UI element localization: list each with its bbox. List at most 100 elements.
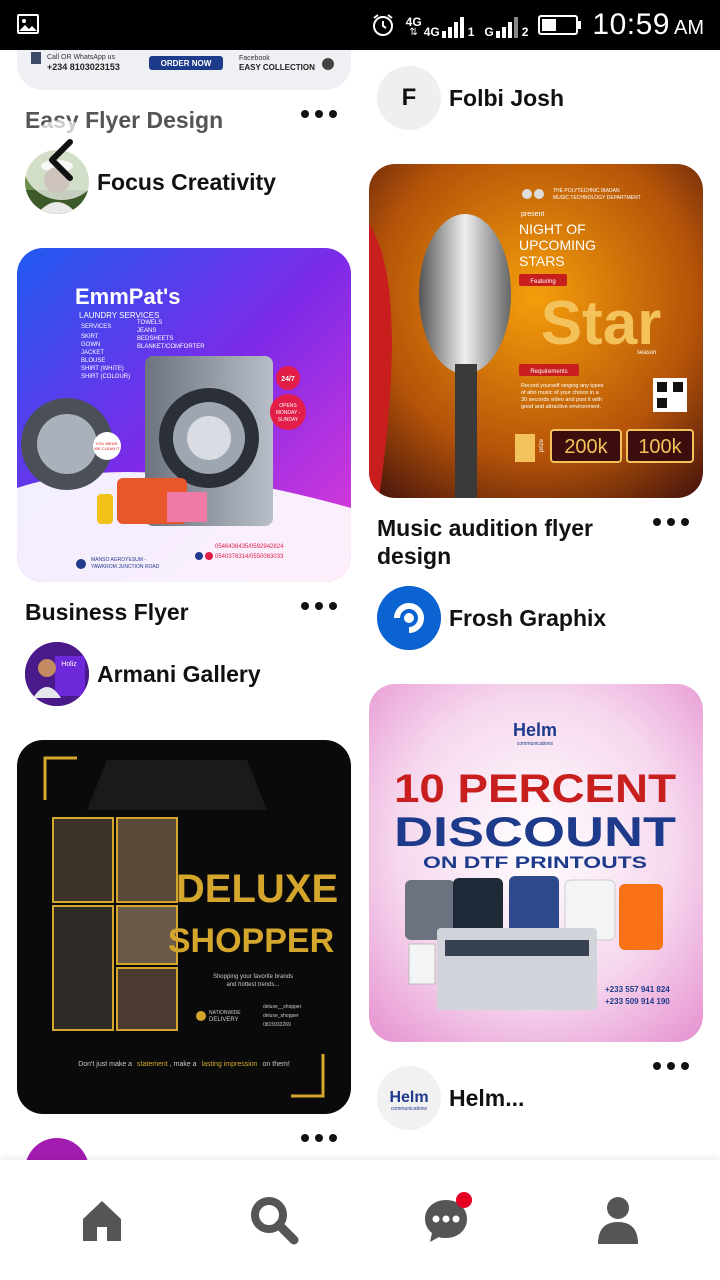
avatar [25,1138,89,1160]
creator-name: Folbi Josh [449,84,564,111]
clock-ampm: AM [674,17,704,39]
pin-image-text: prize [539,438,545,452]
pin-image-text: WE CLEAN IT [94,446,120,451]
pin-image-text: 0815933269 [263,1022,291,1028]
pin-image-text: SHIRT (WHITE) [81,366,124,372]
pin-image-text: Star [541,289,662,358]
status-bar: 4G ⇅ 4G 1 G 2 10:59 AM [0,0,720,50]
pin-image-text: and hottest trends... [226,982,279,988]
pin-image-text: 10 PERCENT [394,767,676,811]
pin-image-text: SHIRT (COLOUR) [81,374,130,380]
creator-row[interactable]: F Folbi Josh [377,66,564,130]
pin-image-text: present [521,211,544,218]
pin-image-text: +233 557 941 824 [605,985,670,994]
pin-image-text: EmmPat's [75,284,181,309]
network-indicator-2: G 2 [484,12,528,38]
pin-image-text: ORDER NOW [161,59,212,68]
nav-home[interactable] [72,1190,132,1250]
pin-image-text: SHOPPER [168,922,334,960]
pin-image-text: LAUNDRY SERVICES [79,311,159,320]
home-icon [83,1201,121,1241]
creator-name: Helm... [449,1084,525,1111]
creator-row[interactable] [25,1138,89,1160]
pin-image-text: Facebook [239,55,270,62]
sim-label: 1 [467,25,475,39]
pin-image-text: statement [137,1061,168,1068]
network-type-label: G [484,25,494,39]
pin-image-text: JACKET [81,350,104,356]
pin-image-text: 100k [638,436,682,458]
pin-image-text: communications [391,1106,428,1112]
pin-image-text: BEDSHEETS [137,336,173,342]
pin-image-text: SUNDAY [278,417,299,423]
creator-row[interactable]: Frosh Graphix [377,586,606,650]
pin-image-text: GOWN [81,342,100,348]
nav-profile[interactable] [588,1190,648,1250]
more-options-button[interactable] [301,1131,337,1145]
pin-feed[interactable]: Call OR WhatsApp us +234 8103023153 ORDE… [0,50,720,1160]
pin-image-text: ON DTF PRINTOUTS [423,853,647,872]
pin-image-easy-flyer[interactable]: Call OR WhatsApp us +234 8103023153 ORDE… [17,50,351,90]
nav-search[interactable] [244,1190,304,1250]
creator-row[interactable]: Helm communications Helm... [377,1066,524,1130]
pin-image-text: MANSO AGROYESUM - [91,557,146,563]
pin-image-text: communications [517,741,554,747]
pin-image-music-audition[interactable]: THE POLYTECHNIC IBADAN MUSIC TECHNOLOGY … [369,164,703,498]
pin-image-text: season [637,350,656,356]
more-options-button[interactable] [653,1059,689,1073]
pin-image-text: DELIVERY [209,1017,239,1023]
pin-image-text: YAWKROM JUNCTION ROAD [91,564,160,570]
more-options-button[interactable] [301,107,337,121]
profile-icon [598,1197,638,1244]
pin-image-text: NATIONWIDE [209,1010,241,1016]
clock: 10:59 AM [592,8,704,42]
avatar: Helm communications [377,1066,441,1130]
pin-image-deluxe-shopper[interactable]: DELUXE SHOPPER Shopping your favorite br… [17,740,351,1114]
pin-image-text: Helm [513,720,557,740]
pin-image-business-flyer[interactable]: EmmPat's LAUNDRY SERVICES SERVICES SKIRT… [17,248,351,582]
pin-image-text: 30 seconds video and post it with [521,397,602,403]
pin-image-text: MUSIC TECHNOLOGY DEPARTMENT [553,195,641,201]
pin-image-text: Requirements [530,369,567,375]
pin-image-text: EASY COLLECTION [239,63,315,72]
back-button[interactable] [22,120,102,200]
pin-image-text: DELUXE [176,867,338,911]
search-icon [251,1197,299,1245]
pin-image-text: Helm [389,1089,428,1106]
pin-image-text: 200k [564,436,608,458]
network-type-label: 4G [423,25,440,39]
avatar: F [377,66,441,130]
creator-row[interactable]: Holiz Armani Gallery [25,642,261,706]
alarm-icon [372,14,393,36]
avatar [377,586,441,650]
pin-image-text: good and attractive environment. [521,404,602,410]
pin-image-text: deluxe_shopper [263,1013,299,1019]
pin-image-text: lasting impression [202,1061,258,1068]
pin-image-helm-discount[interactable]: Helm communications 10 PERCENT DISCOUNT … [369,684,703,1042]
pin-image-footer: Don't just make a statement , make a las… [78,1061,290,1068]
avatar: Holiz [25,642,89,706]
pin-title: Business Flyer [25,599,189,625]
pin-image-text: +234 8103023153 [47,62,120,72]
pin-image-text: BLANKET/COMFORTER [137,344,205,350]
creator-name: Focus Creativity [97,168,276,195]
clock-time: 10:59 [592,8,670,41]
pin-image-text: , make a [170,1061,197,1068]
pin-image-text: UPCOMING [519,237,596,253]
pin-title: Music audition flyer design [377,515,593,569]
nav-messages[interactable] [416,1190,476,1250]
pin-image-text: deluxe__shopper [263,1004,302,1010]
pin-image-text: Holiz [61,661,77,668]
creator-name: Frosh Graphix [449,604,607,631]
signal-icon [495,17,518,38]
gallery-icon [17,14,39,34]
more-options-button[interactable] [653,515,689,529]
pin-image-text: NIGHT OF [519,221,586,237]
pin-image-text: Don't just make a [78,1061,132,1068]
more-options-button[interactable] [301,599,337,613]
pin-image-text: Record yourself singing any types [521,383,604,389]
bottom-nav [0,1160,720,1280]
network-indicator-1: 4G ⇅ 4G 1 [405,15,475,39]
pin-image-text: DISCOUNT [394,808,676,855]
pin-image-text: OPENS [279,403,297,409]
